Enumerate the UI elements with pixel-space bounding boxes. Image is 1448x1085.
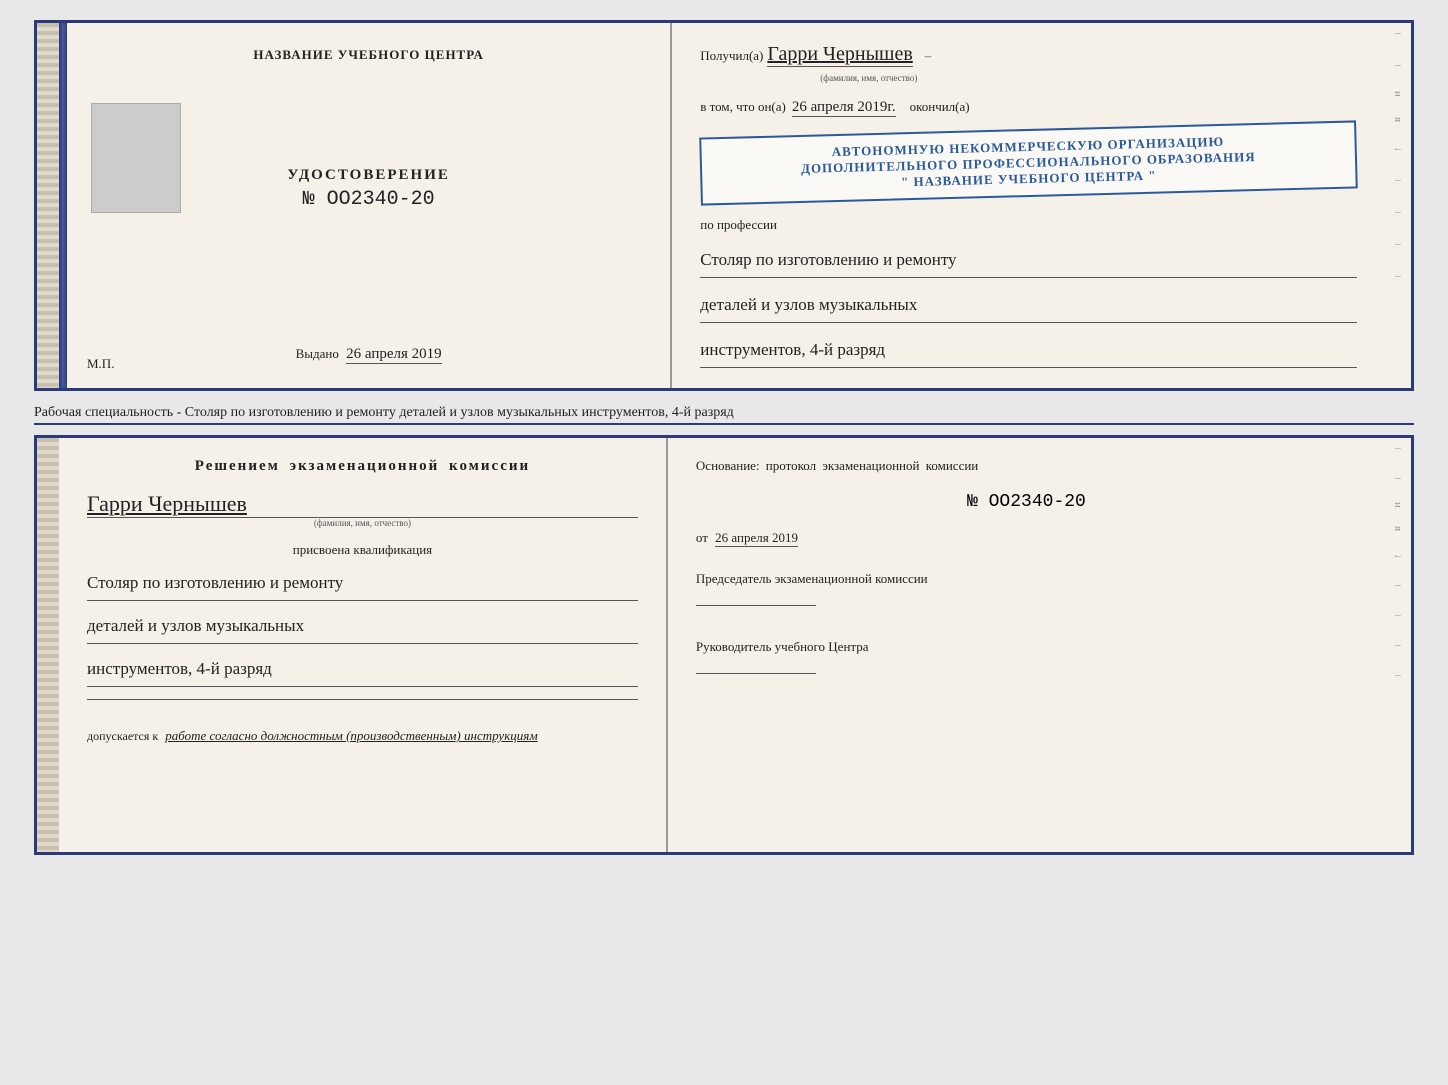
edge-i: и [1392, 91, 1404, 97]
dash4: – [1395, 206, 1401, 218]
edge-i-b: и [1392, 502, 1404, 508]
photo-placeholder [91, 103, 181, 213]
ot-line: от 26 апреля 2019 [696, 530, 1357, 547]
rukovoditel-label: Руководитель учебного Центра [696, 637, 1357, 657]
profession-line3: инструментов, 4-й разряд [700, 333, 1357, 368]
edge-ya-b: я [1392, 526, 1404, 531]
dash-r2: – [1395, 472, 1401, 484]
edge-arrow: ← [1393, 142, 1404, 154]
vydano-label: Выдано [296, 346, 339, 361]
protocol-number: № OO2340-20 [696, 492, 1357, 512]
vtom-line: в том, что он(a) 26 апреля 2019г. окончи… [700, 99, 1357, 117]
top-booklet: НАЗВАНИЕ УЧЕБНОГО ЦЕНТРА УДОСТОВЕРЕНИЕ №… [34, 20, 1414, 391]
po-professii-label: по профессии [700, 217, 1357, 233]
bottom-left-strip [37, 438, 59, 852]
bottom-name: Гарри Чернышев [87, 491, 638, 518]
bottom-right-page: Основание: протокол экзаменационной коми… [668, 438, 1385, 852]
rukovoditel-block: Руководитель учебного Центра [696, 637, 1357, 679]
dash2: – [1395, 59, 1401, 71]
dash1: – [1395, 27, 1401, 39]
dopuskaetsya-line: допускается к работе согласно должностны… [87, 728, 638, 744]
stamp-block: АВТОНОМНУЮ НЕКОММЕРЧЕСКУЮ ОРГАНИЗАЦИЮ ДО… [699, 120, 1357, 205]
rukovoditel-signature [696, 673, 816, 674]
ot-label: от [696, 530, 708, 545]
dash-r1: – [1395, 442, 1401, 454]
predsedatel-label: Председатель экзаменационной комиссии [696, 569, 1357, 589]
predsedatel-signature [696, 605, 816, 606]
vtom-prefix: в том, что он(a) [700, 99, 786, 115]
poluchil-label: Получил(а) [700, 48, 763, 64]
mp-label: М.П. [87, 356, 114, 372]
dash5: – [1395, 238, 1401, 250]
vydano-line: Выдано 26 апреля 2019 [296, 346, 442, 364]
top-left-page: НАЗВАНИЕ УЧЕБНОГО ЦЕНТРА УДОСТОВЕРЕНИЕ №… [67, 23, 672, 388]
predsedatel-block: Председатель экзаменационной комиссии [696, 569, 1357, 611]
profession-line2: деталей и узлов музыкальных [700, 288, 1357, 323]
fio-sublabel-bottom: (фамилия, имя, отчество) [87, 518, 638, 528]
resheniem-title: Решением экзаменационной комиссии [87, 458, 638, 475]
profession-line1: Столяр по изготовлению и ремонту [700, 243, 1357, 278]
bottom-left-page: Решением экзаменационной комиссии Гарри … [59, 438, 668, 852]
vtom-date: 26 апреля 2019г. [792, 99, 896, 117]
edge-arrow-b: ← [1393, 549, 1404, 561]
poluchil-line: Получил(а) Гарри Чернышев – [700, 43, 1357, 67]
document-container: НАЗВАНИЕ УЧЕБНОГО ЦЕНТРА УДОСТОВЕРЕНИЕ №… [34, 20, 1414, 855]
edge-ya: я [1392, 117, 1404, 122]
osnovanie-title: Основание: протокол экзаменационной коми… [696, 458, 1357, 474]
qualification-line3: инструментов, 4-й разряд [87, 652, 638, 687]
top-right-page: Получил(а) Гарри Чернышев – (фамилия, им… [672, 23, 1385, 388]
separator-line [87, 699, 638, 700]
certificate-block: УДОСТОВЕРЕНИЕ № OO2340-20 [287, 167, 450, 211]
specialty-text: Рабочая специальность - Столяр по изгото… [34, 401, 1414, 425]
recipient-name: Гарри Чернышев [767, 43, 912, 67]
qualification-line2: деталей и узлов музыкальных [87, 609, 638, 644]
right-edge-strip: – – и я ← – – – – [1385, 23, 1411, 388]
dash-r5: – [1395, 639, 1401, 651]
dash-r4: – [1395, 609, 1401, 621]
center-title: НАЗВАНИЕ УЧЕБНОГО ЦЕНТРА [253, 47, 484, 63]
name-block: Гарри Чернышев (фамилия, имя, отчество) [87, 491, 638, 528]
certificate-title: УДОСТОВЕРЕНИЕ [287, 167, 450, 184]
bottom-right-strip: – – и я ← – – – – [1385, 438, 1411, 852]
dash3: – [1395, 174, 1401, 186]
certificate-number: № OO2340-20 [287, 188, 450, 211]
dopuskaetsya-text: работе согласно должностным (производств… [165, 728, 537, 743]
spine-left [59, 23, 67, 388]
qualification-line1: Столяр по изготовлению и ремонту [87, 566, 638, 601]
prisvoena-label: присвоена квалификация [87, 542, 638, 558]
dash6: – [1395, 270, 1401, 282]
bottom-booklet: Решением экзаменационной комиссии Гарри … [34, 435, 1414, 855]
left-edge-strip [37, 23, 59, 388]
ot-date: 26 апреля 2019 [715, 530, 798, 547]
dash-r3: – [1395, 579, 1401, 591]
fio-sublabel-top: (фамилия, имя, отчество) [820, 73, 1357, 83]
vydano-date: 26 апреля 2019 [346, 346, 442, 364]
okonchil-label: окончил(а) [910, 99, 970, 115]
dash-r6: – [1395, 669, 1401, 681]
dopuskaetsya-prefix: допускается к [87, 729, 158, 743]
